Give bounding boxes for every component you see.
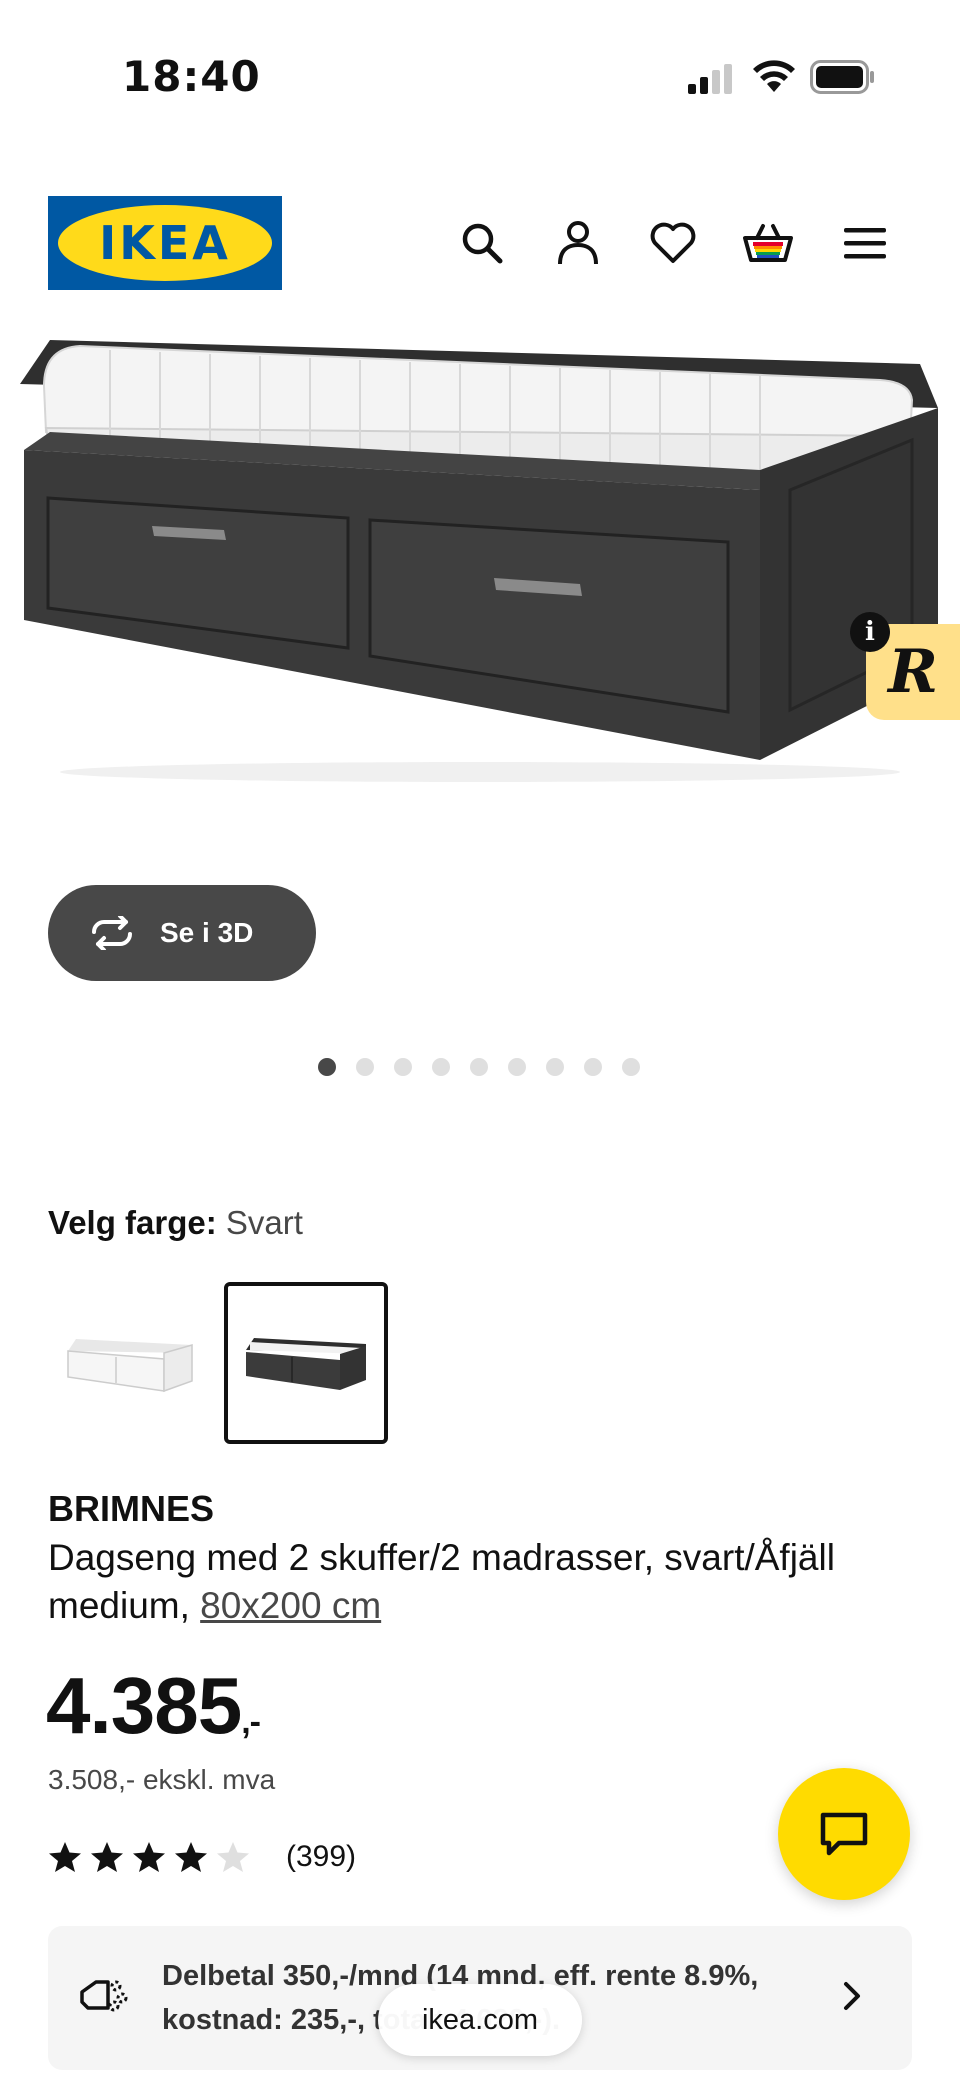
browser-url-bar[interactable]: ikea.com (378, 1984, 582, 2056)
status-time: 18:40 (122, 52, 261, 101)
rotate-3d-icon (92, 916, 132, 950)
star-empty-icon (217, 1842, 249, 1872)
chat-icon (820, 1812, 868, 1856)
carousel-dot[interactable] (584, 1058, 602, 1076)
product-name: BRIMNES (48, 1488, 215, 1529)
product-price: 4.385,- (46, 1660, 261, 1752)
logo-text: IKEA (99, 216, 231, 270)
product-size-link[interactable]: 80x200 cm (200, 1585, 381, 1626)
heart-icon[interactable] (646, 216, 700, 270)
star-full-icon (91, 1842, 123, 1872)
menu-icon[interactable] (838, 216, 892, 270)
chat-button[interactable] (778, 1768, 910, 1900)
product-description: Dagseng med 2 skuffer/2 madrasser, svart… (48, 1534, 928, 1630)
swatch-white-image (67, 1339, 193, 1393)
ikea-logo[interactable]: IKEA (48, 196, 282, 290)
carousel-dot[interactable] (432, 1058, 450, 1076)
carousel-dot[interactable] (546, 1058, 564, 1076)
view-3d-label: Se i 3D (160, 917, 254, 948)
carousel-dot[interactable] (508, 1058, 526, 1076)
price-suffix: ,- (241, 1703, 261, 1741)
star-full-icon (175, 1842, 207, 1872)
logo-oval: IKEA (58, 205, 272, 281)
search-icon[interactable] (455, 216, 509, 270)
price-value: 4.385 (46, 1661, 242, 1750)
carousel-dot[interactable] (394, 1058, 412, 1076)
status-bar: 18:40 (0, 0, 960, 150)
carousel-dot[interactable] (356, 1058, 374, 1076)
battery-icon (810, 60, 874, 94)
cart-icon[interactable] (741, 216, 795, 270)
color-label-title: Velg farge: (48, 1204, 217, 1241)
swatch-black-image (246, 1338, 366, 1390)
carousel-dot[interactable] (318, 1058, 336, 1076)
star-full-icon (133, 1842, 165, 1872)
rokt-badge-letter: R (888, 637, 938, 707)
color-label: Velg farge: Svart (48, 1204, 303, 1242)
product-image[interactable] (0, 320, 960, 790)
price-ex-vat: 3.508,- ekskl. mva (48, 1764, 276, 1795)
star-full-icon (49, 1842, 81, 1872)
carousel-dot[interactable] (470, 1058, 488, 1076)
info-icon[interactable]: i (850, 612, 890, 652)
carousel-dot[interactable] (622, 1058, 640, 1076)
product-rating[interactable]: (399) (48, 1840, 356, 1874)
wifi-icon (753, 60, 795, 92)
cellular-signal-icon (688, 64, 732, 94)
user-icon[interactable] (551, 216, 605, 270)
color-swatch-white[interactable] (48, 1282, 212, 1444)
installment-icon (80, 1980, 128, 2012)
rating-count: (399) (286, 1840, 357, 1873)
color-swatch-black[interactable] (224, 1282, 388, 1444)
product-description-text: Dagseng med 2 skuffer/2 madrasser, svart… (48, 1537, 835, 1626)
carousel-dots (318, 1058, 640, 1076)
color-label-value: Svart (225, 1204, 303, 1241)
chevron-right-icon (844, 1982, 860, 2010)
view-3d-button[interactable]: Se i 3D (48, 885, 316, 981)
